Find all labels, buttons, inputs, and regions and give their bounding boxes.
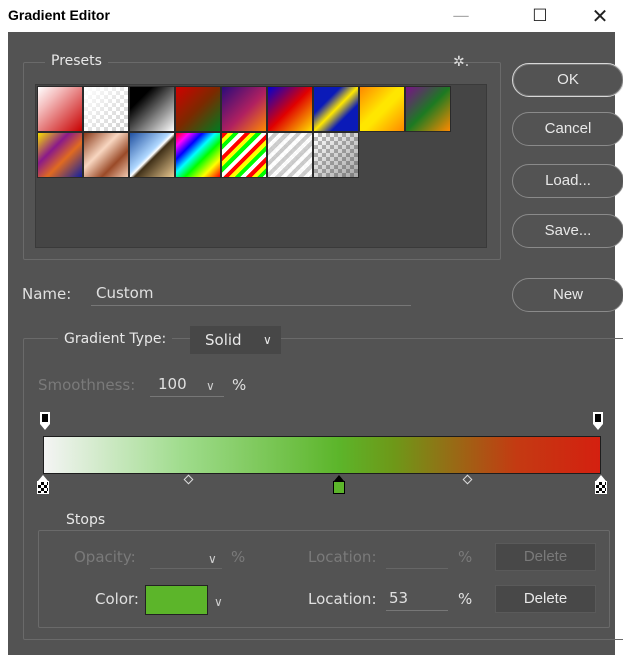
gear-icon[interactable]: ✲. bbox=[453, 54, 469, 70]
opacity-location-unit: % bbox=[458, 548, 473, 566]
preset-swatch-spectrum[interactable] bbox=[175, 132, 221, 178]
gradient-type-label: Gradient Type: bbox=[58, 331, 173, 347]
color-stop-100[interactable] bbox=[595, 475, 607, 495]
opacity-delete-button[interactable]: Delete bbox=[495, 543, 596, 571]
opacity-unit: % bbox=[231, 548, 246, 566]
smoothness-unit: % bbox=[232, 376, 247, 394]
window-border-left bbox=[0, 32, 8, 655]
opacity-stop-left[interactable] bbox=[40, 412, 50, 430]
color-location-label: Location: bbox=[308, 590, 377, 608]
preset-swatch-transparent-rainbow[interactable] bbox=[221, 132, 267, 178]
color-location-unit: % bbox=[458, 590, 473, 608]
opacity-stop-right[interactable] bbox=[593, 412, 603, 430]
presets-legend: Presets bbox=[45, 53, 108, 69]
smoothness-input[interactable]: 100 bbox=[158, 375, 187, 393]
smoothness-underline bbox=[150, 396, 224, 397]
smoothness-label: Smoothness: bbox=[38, 376, 136, 394]
new-button[interactable]: New bbox=[512, 278, 623, 312]
preset-swatch-orange-yellow-orange[interactable] bbox=[359, 86, 405, 132]
preset-swatch-transparent-stripes[interactable] bbox=[267, 132, 313, 178]
color-label: Color: bbox=[95, 590, 139, 608]
preset-swatch-blue-yellow-blue[interactable] bbox=[313, 86, 359, 132]
preset-swatch-black-to-white[interactable] bbox=[129, 86, 175, 132]
preset-swatch-violet-green-orange[interactable] bbox=[405, 86, 451, 132]
name-input-underline bbox=[91, 305, 411, 306]
preset-swatch-chrome[interactable] bbox=[129, 132, 175, 178]
color-swatch[interactable] bbox=[145, 585, 208, 615]
minimize-button[interactable]: — bbox=[438, 0, 484, 32]
gradient-type-select[interactable]: Solid ∨ bbox=[190, 326, 281, 354]
gradient-type-value: Solid bbox=[205, 331, 242, 349]
opacity-label: Opacity: bbox=[74, 548, 136, 566]
chevron-down-icon: ∨ bbox=[263, 333, 272, 347]
chevron-down-icon: ∨ bbox=[208, 552, 217, 566]
maximize-button[interactable]: ☐ bbox=[517, 0, 563, 32]
color-location-underline bbox=[386, 610, 448, 611]
window-title: Gradient Editor bbox=[8, 7, 110, 23]
opacity-location-input[interactable] bbox=[386, 568, 448, 569]
preset-swatch-blue-red-yellow[interactable] bbox=[267, 86, 313, 132]
preset-swatch-red-green[interactable] bbox=[175, 86, 221, 132]
cancel-button[interactable]: Cancel bbox=[512, 112, 623, 146]
color-location-input[interactable]: 53 bbox=[389, 589, 408, 607]
close-button[interactable]: ✕ bbox=[577, 0, 623, 32]
load-button[interactable]: Load... bbox=[512, 164, 623, 198]
gradient-preview-bar[interactable] bbox=[43, 436, 601, 474]
save-button[interactable]: Save... bbox=[512, 214, 623, 248]
color-stop-0[interactable] bbox=[37, 475, 49, 495]
chevron-down-icon[interactable]: ∨ bbox=[214, 595, 223, 609]
opacity-location-label: Location: bbox=[308, 548, 377, 566]
name-label: Name: bbox=[22, 285, 72, 303]
color-stop-53[interactable] bbox=[332, 475, 345, 495]
stops-legend: Stops bbox=[60, 512, 112, 528]
preset-swatch-white-to-red[interactable] bbox=[37, 86, 83, 132]
preset-swatch-foreground-to-transparent[interactable] bbox=[83, 86, 129, 132]
preset-swatch-violet-orange[interactable] bbox=[221, 86, 267, 132]
ok-button[interactable]: OK bbox=[512, 63, 623, 97]
preset-swatch-copper[interactable] bbox=[83, 132, 129, 178]
name-input[interactable]: Custom bbox=[96, 284, 153, 302]
opacity-input[interactable] bbox=[150, 568, 222, 569]
preset-swatch-yellow-violet-orange-blue[interactable] bbox=[37, 132, 83, 178]
color-delete-button[interactable]: Delete bbox=[495, 585, 596, 613]
chevron-down-icon[interactable]: ∨ bbox=[206, 379, 215, 393]
title-bar: Gradient Editor — ☐ ✕ bbox=[0, 0, 623, 32]
presets-swatch-area[interactable] bbox=[35, 84, 487, 248]
preset-swatch-neutral-density[interactable] bbox=[313, 132, 359, 178]
